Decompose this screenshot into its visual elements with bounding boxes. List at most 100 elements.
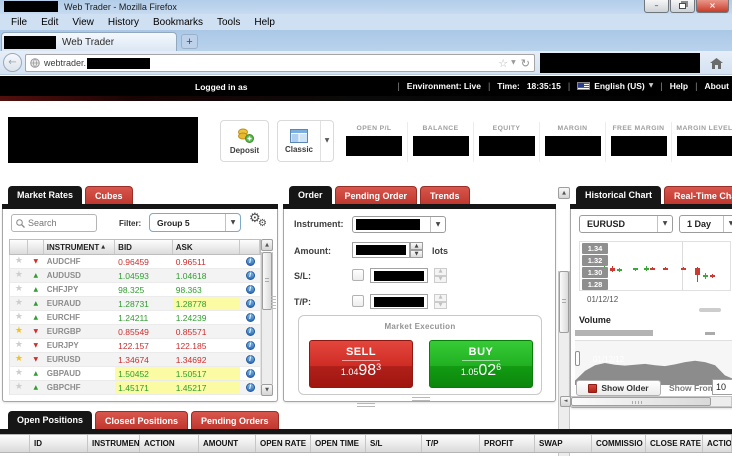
order-tab-pending-order[interactable]: Pending Order bbox=[335, 186, 418, 204]
new-tab-button[interactable]: + bbox=[181, 34, 198, 49]
favorite-star-icon[interactable]: ★ bbox=[10, 381, 28, 394]
settings-gears-icon[interactable]: ⚙ ⚙ bbox=[249, 211, 273, 231]
about-link[interactable]: About bbox=[704, 81, 729, 91]
scroll-up-icon[interactable]: ▲ bbox=[558, 187, 570, 199]
info-cell[interactable]: i bbox=[240, 353, 260, 366]
stepper-up-icon[interactable]: ▲ bbox=[434, 294, 447, 302]
show-from-input[interactable]: 10 bbox=[712, 379, 732, 395]
rate-row-eurjpy[interactable]: ★▼EURJPY122.157122.185i bbox=[9, 339, 261, 353]
classic-main[interactable]: Classic bbox=[278, 129, 320, 154]
instrument-dropdown[interactable]: ▼ bbox=[352, 216, 446, 233]
stepper-up-icon[interactable]: ▲ bbox=[410, 242, 423, 250]
rate-row-gbpaud[interactable]: ★▲GBPAUD1.504521.50517i bbox=[9, 367, 261, 381]
column-header-bid[interactable]: BID bbox=[115, 240, 173, 254]
stepper-down-icon[interactable]: ▼ bbox=[410, 250, 423, 258]
filter-group-dropdown[interactable]: Group 5 ▼ bbox=[149, 213, 241, 232]
menu-edit[interactable]: Edit bbox=[35, 17, 64, 28]
home-button[interactable] bbox=[706, 54, 726, 72]
info-icon[interactable]: i bbox=[246, 299, 255, 308]
scrollbar-track[interactable] bbox=[571, 396, 732, 407]
favorite-star-icon[interactable]: ★ bbox=[10, 297, 28, 310]
info-icon[interactable]: i bbox=[246, 271, 255, 280]
deposit-button[interactable]: Deposit bbox=[220, 120, 269, 162]
favorite-star-icon[interactable]: ★ bbox=[10, 311, 28, 324]
tp-input[interactable] bbox=[370, 294, 428, 309]
favorite-star-icon[interactable]: ★ bbox=[10, 269, 28, 282]
panel-resize-grip[interactable] bbox=[271, 296, 276, 310]
sl-checkbox[interactable] bbox=[352, 269, 364, 281]
chart-splitter-grip[interactable] bbox=[699, 308, 721, 312]
favorite-star-icon[interactable]: ★ bbox=[10, 367, 28, 380]
menu-help[interactable]: Help bbox=[248, 17, 281, 28]
close-button[interactable]: × bbox=[696, 0, 729, 13]
info-icon[interactable]: i bbox=[246, 369, 255, 378]
chart-symbol-dropdown[interactable]: EURUSD ▼ bbox=[579, 215, 673, 233]
menu-tools[interactable]: Tools bbox=[211, 17, 246, 28]
scroll-down-icon[interactable]: ▼ bbox=[261, 384, 273, 396]
tp-stepper[interactable]: ▲ ▼ bbox=[434, 294, 447, 309]
amount-input[interactable] bbox=[352, 242, 410, 258]
classic-dropdown-arrow[interactable]: ▼ bbox=[320, 121, 333, 161]
info-cell[interactable]: i bbox=[240, 255, 260, 268]
positions-tab-pending-orders[interactable]: Pending Orders bbox=[191, 411, 279, 429]
scrollbar-thumb[interactable] bbox=[571, 397, 711, 406]
column-header-ask[interactable]: ASK bbox=[173, 240, 240, 254]
info-icon[interactable]: i bbox=[246, 341, 255, 350]
search-input-wrap[interactable] bbox=[11, 214, 97, 232]
stepper-up-icon[interactable]: ▲ bbox=[434, 268, 447, 276]
info-icon[interactable]: i bbox=[246, 383, 255, 392]
market-tab-cubes[interactable]: Cubes bbox=[85, 186, 133, 204]
market-tab-market-rates[interactable]: Market Rates bbox=[8, 186, 82, 204]
scrollbar-track[interactable] bbox=[261, 252, 273, 384]
column-header-instrument[interactable]: INSTRUMENT▲ bbox=[44, 240, 115, 254]
rate-row-eurchf[interactable]: ★▲EURCHF1.242111.24239i bbox=[9, 311, 261, 325]
market-rates-scrollbar[interactable]: ▲ ▼ bbox=[261, 239, 273, 395]
positions-tab-closed-positions[interactable]: Closed Positions bbox=[95, 411, 188, 429]
bookmark-star-icon[interactable]: ☆ bbox=[498, 58, 508, 69]
volume-range-bar[interactable] bbox=[575, 330, 653, 336]
sl-input[interactable] bbox=[370, 268, 428, 283]
rate-row-audusd[interactable]: ★▲AUDUSD1.045931.04618i bbox=[9, 269, 261, 283]
browser-tab[interactable]: Web Trader bbox=[1, 32, 177, 51]
redacted-search-box[interactable] bbox=[540, 53, 700, 73]
restore-button[interactable] bbox=[670, 0, 695, 13]
buy-button[interactable]: BUY 1.05026 bbox=[429, 340, 533, 388]
reload-icon[interactable]: ↻ bbox=[521, 58, 530, 69]
favorite-star-icon[interactable]: ★ bbox=[10, 339, 28, 352]
tp-checkbox[interactable] bbox=[352, 295, 364, 307]
volume-slider-handle[interactable] bbox=[575, 351, 580, 366]
rate-row-chfjpy[interactable]: ★▲CHFJPY98.32598.363i bbox=[9, 283, 261, 297]
info-icon[interactable]: i bbox=[246, 257, 255, 266]
rate-row-gbpchf[interactable]: ★▲GBPCHF1.451711.45217i bbox=[9, 381, 261, 395]
back-button[interactable]: ← bbox=[3, 53, 22, 72]
info-cell[interactable]: i bbox=[240, 381, 260, 394]
menu-history[interactable]: History bbox=[102, 17, 145, 28]
favorite-star-icon[interactable]: ★ bbox=[10, 283, 28, 296]
rate-row-eurgbp[interactable]: ★▼EURGBP0.855490.85571i bbox=[9, 325, 261, 339]
favorite-star-icon[interactable]: ★ bbox=[10, 353, 28, 366]
chart-horizontal-scrollbar[interactable]: ◄ bbox=[560, 396, 732, 407]
sl-stepper[interactable]: ▲ ▼ bbox=[434, 268, 447, 283]
help-link[interactable]: Help bbox=[670, 81, 688, 91]
info-cell[interactable]: i bbox=[240, 297, 260, 310]
positions-tab-open-positions[interactable]: Open Positions bbox=[8, 411, 92, 429]
sell-button[interactable]: SELL 1.04983 bbox=[309, 340, 413, 388]
chart-tab-real-time-chart[interactable]: Real-Time Chart bbox=[664, 186, 732, 204]
minimize-button[interactable]: – bbox=[644, 0, 669, 13]
info-icon[interactable]: i bbox=[246, 355, 255, 364]
menu-file[interactable]: File bbox=[5, 17, 33, 28]
amount-stepper[interactable]: ▲ ▼ bbox=[410, 242, 423, 258]
info-icon[interactable]: i bbox=[246, 285, 255, 294]
info-cell[interactable]: i bbox=[240, 283, 260, 296]
chart-tab-historical-chart[interactable]: Historical Chart bbox=[576, 186, 661, 204]
favorite-star-icon[interactable]: ★ bbox=[10, 255, 28, 268]
url-dropdown-icon[interactable]: ▼ bbox=[511, 60, 516, 66]
info-icon[interactable]: i bbox=[246, 313, 255, 322]
info-icon[interactable]: i bbox=[246, 327, 255, 336]
show-older-button[interactable]: Show Older bbox=[576, 380, 661, 396]
info-cell[interactable]: i bbox=[240, 269, 260, 282]
stepper-down-icon[interactable]: ▼ bbox=[434, 302, 447, 310]
scrollbar-thumb[interactable] bbox=[559, 271, 569, 333]
stepper-down-icon[interactable]: ▼ bbox=[434, 276, 447, 284]
menu-bookmarks[interactable]: Bookmarks bbox=[147, 17, 209, 28]
